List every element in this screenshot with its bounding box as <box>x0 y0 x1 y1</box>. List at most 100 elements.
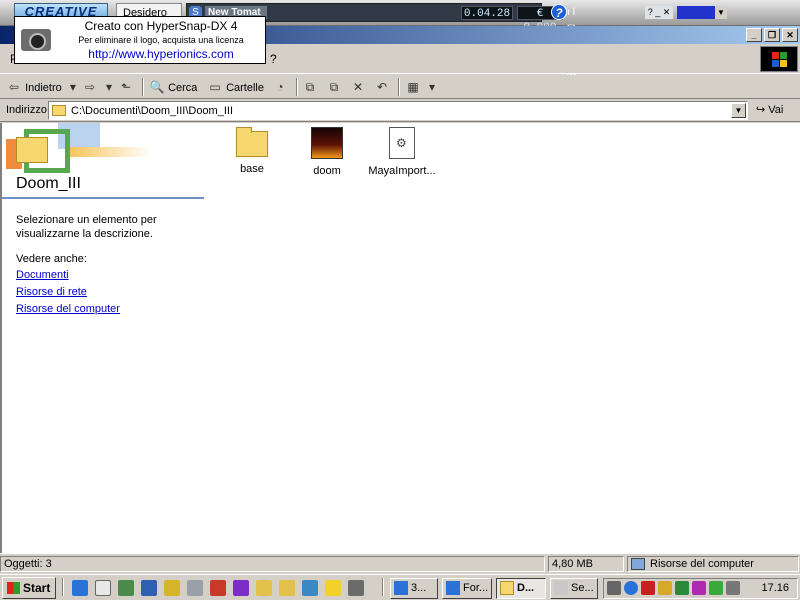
player-mini-buttons[interactable]: ? _ ✕ <box>645 6 673 19</box>
address-input[interactable]: C:\Documenti\Doom_III\Doom_III ▼ <box>48 101 748 120</box>
file-item-base[interactable]: base <box>212 127 292 185</box>
picture-icon[interactable] <box>302 580 318 596</box>
internet-explorer-icon[interactable] <box>72 580 88 596</box>
delete-icon: ✕ <box>352 80 364 94</box>
watermark-url: http://www.hyperionics.com <box>88 47 234 61</box>
gears-icon[interactable] <box>279 580 295 596</box>
volume-icon[interactable] <box>607 581 621 595</box>
go-label: Vai <box>768 104 784 116</box>
player-time-display: 0.04.28 <box>461 6 513 20</box>
history-button[interactable]: ◔ <box>272 78 288 96</box>
copy-to-icon: ⧉ <box>329 80 339 94</box>
task-label: D... <box>517 582 535 594</box>
norton-icon[interactable] <box>641 581 655 595</box>
delete-button[interactable]: ✕ <box>350 78 366 96</box>
notepad-icon[interactable] <box>95 580 111 596</box>
move-to-icon: ⧉ <box>305 80 315 94</box>
back-button[interactable]: ⇦ Indietro ▾ <box>6 78 81 96</box>
link-documenti[interactable]: Documenti <box>16 269 69 281</box>
tray-app-icon[interactable] <box>726 581 740 595</box>
status-zone: Risorse del computer <box>627 556 799 572</box>
up-folder-icon: ⬑ <box>120 80 132 94</box>
views-grid-icon: ▦ <box>407 80 419 94</box>
forward-button[interactable]: ⇨ ▾ <box>82 78 117 96</box>
status-bar: Oggetti: 3 4,80 MB Risorse del computer <box>0 553 800 573</box>
watermark-license-note: Per eliminare il logo, acquista una lice… <box>78 35 244 45</box>
duck-icon[interactable] <box>325 580 341 596</box>
recycle-bin-icon[interactable] <box>187 580 203 596</box>
up-folder-button[interactable]: ⬑ <box>118 78 134 96</box>
status-size: 4,80 MB <box>548 556 624 572</box>
player-controls[interactable]: ıl ✉ ⬥ ▶ ⏮ <box>567 5 579 82</box>
app-icon[interactable] <box>210 580 226 596</box>
tray-app-icon[interactable] <box>709 581 723 595</box>
file-label: doom <box>313 165 341 177</box>
see-also-label: Vedere anche: <box>16 253 87 265</box>
status-object-count: Oggetti: 3 <box>0 556 545 572</box>
desktop-screen: CREATIVE Desidero S New Tomat 0.04.28 € … <box>0 0 800 600</box>
copy-to-button[interactable]: ⧉ <box>326 78 342 96</box>
views-button[interactable]: ▦ ▾ <box>405 78 440 96</box>
tools-icon[interactable] <box>348 580 364 596</box>
forward-dropdown-icon[interactable]: ▾ <box>101 78 117 96</box>
back-label: Indietro <box>25 82 62 94</box>
pane-divider <box>2 197 204 199</box>
search-label: Cerca <box>168 82 198 94</box>
task-button-2[interactable]: For... <box>442 578 492 599</box>
windows-logo-icon <box>760 46 798 72</box>
tray-app-icon[interactable] <box>692 581 706 595</box>
file-item-mayaimport[interactable]: MayaImport... <box>362 127 442 185</box>
save-icon[interactable] <box>233 580 249 596</box>
camera-icon <box>21 29 51 51</box>
folder-icon <box>500 581 514 595</box>
file-label: base <box>240 163 264 175</box>
start-button[interactable]: Start <box>2 577 56 599</box>
file-item-doom[interactable]: doom <box>287 127 367 185</box>
tray-app-icon[interactable] <box>658 581 672 595</box>
task-button-3-active[interactable]: D... <box>496 578 546 599</box>
standard-toolbar: ⇦ Indietro ▾ ⇨ ▾ ⬑ 🔍 Cerca ▭ Cartelle ◔ … <box>0 75 800 99</box>
tray-app-icon[interactable] <box>675 581 689 595</box>
address-bar: Indirizzo C:\Documenti\Doom_III\Doom_III… <box>0 100 800 122</box>
move-to-button[interactable]: ⧉ <box>302 78 318 96</box>
gear-icon[interactable] <box>256 580 272 596</box>
player-dropdown-button[interactable]: ▼ <box>715 6 727 19</box>
folder-title: Doom_III <box>16 175 81 192</box>
desktop-icon[interactable] <box>141 580 157 596</box>
minimize-button[interactable]: _ <box>746 28 762 42</box>
folder-content: Doom_III Selezionare un elemento per vis… <box>0 123 800 553</box>
link-risorse-del-computer[interactable]: Risorse del computer <box>16 303 120 315</box>
address-dropdown-button[interactable]: ▼ <box>731 103 746 118</box>
search-button[interactable]: 🔍 Cerca <box>149 78 198 96</box>
clock: 17.16 <box>761 582 789 594</box>
task-label: For... <box>463 582 489 594</box>
web-view-pane: Doom_III Selezionare un elemento per vis… <box>2 123 207 553</box>
taskbar: Start 3... For... D... Se... 17.16 <box>0 574 800 600</box>
search-icon: 🔍 <box>149 80 165 94</box>
selection-description: Selezionare un elemento per visualizzarn… <box>16 214 157 240</box>
toolbar-separator <box>296 78 298 96</box>
task-label: Se... <box>571 582 594 594</box>
computer-icon <box>631 558 645 570</box>
close-button[interactable]: ✕ <box>782 28 798 42</box>
link-risorse-di-rete[interactable]: Risorse di rete <box>16 286 87 298</box>
back-dropdown-icon[interactable]: ▾ <box>65 78 81 96</box>
lightbulb-icon[interactable] <box>164 580 180 596</box>
go-button[interactable]: ↪ Vai <box>756 103 783 116</box>
doom-app-icon <box>311 127 343 159</box>
go-arrow-icon: ↪ <box>756 104 766 116</box>
file-label: MayaImport... <box>368 165 436 177</box>
menu-help[interactable]: ? <box>270 52 277 66</box>
large-folder-icon <box>16 137 48 163</box>
globe-icon[interactable] <box>624 581 638 595</box>
restore-button[interactable]: ❐ <box>764 28 780 42</box>
undo-button[interactable]: ↶ <box>374 78 390 96</box>
task-button-1[interactable]: 3... <box>390 578 438 599</box>
folders-button[interactable]: ▭ Cartelle <box>207 78 264 96</box>
task-button-4[interactable]: Se... <box>550 578 598 599</box>
address-path[interactable]: C:\Documenti\Doom_III\Doom_III <box>71 105 233 117</box>
views-dropdown-icon[interactable]: ▾ <box>424 78 440 96</box>
help-icon[interactable]: ? <box>551 4 567 20</box>
watermark-title: Creato con HyperSnap-DX 4 <box>84 19 238 33</box>
network-icon[interactable] <box>118 580 134 596</box>
